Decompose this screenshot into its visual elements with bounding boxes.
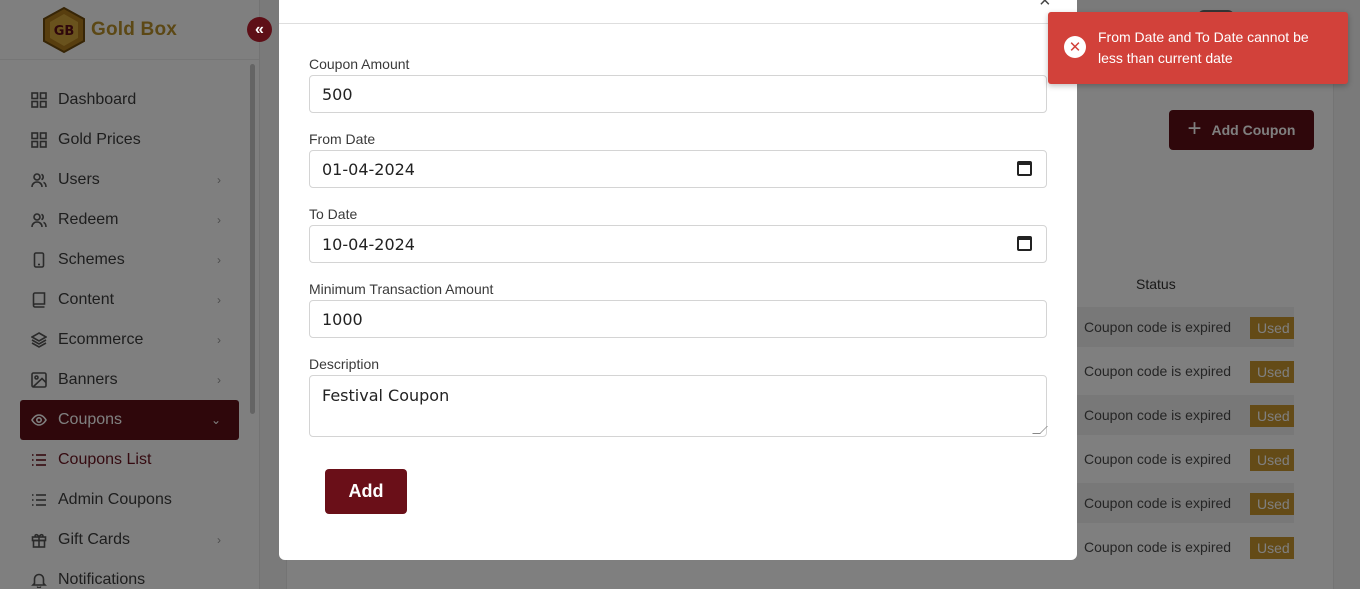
add-button[interactable]: Add — [325, 469, 407, 514]
coupon-amount-field[interactable]: 500 — [309, 75, 1047, 113]
description-field[interactable]: Festival Coupon — [309, 375, 1048, 437]
close-icon[interactable]: × — [1039, 0, 1051, 13]
toast-message: From Date and To Date cannot be less tha… — [1098, 29, 1309, 66]
error-circle-icon: ✕ — [1064, 36, 1086, 58]
description-value: Festival Coupon — [322, 386, 450, 405]
collapse-sidebar-button[interactable]: « — [247, 17, 272, 42]
calendar-icon[interactable] — [1017, 161, 1032, 176]
from-date-value: 01-04-2024 — [322, 159, 415, 179]
min-transaction-label: Minimum Transaction Amount — [309, 281, 494, 297]
to-date-label: To Date — [309, 206, 358, 222]
double-chevron-left-icon: « — [255, 20, 264, 38]
to-date-field[interactable]: 10-04-2024 — [309, 225, 1047, 263]
resize-handle-icon[interactable] — [1032, 426, 1048, 434]
modal-header-divider — [279, 23, 1077, 24]
coupon-amount-value: 500 — [322, 84, 353, 104]
to-date-value: 10-04-2024 — [322, 234, 415, 254]
description-label: Description — [309, 356, 380, 372]
min-transaction-value: 1000 — [322, 309, 363, 329]
from-date-field[interactable]: 01-04-2024 — [309, 150, 1047, 188]
error-toast[interactable]: ✕ From Date and To Date cannot be less t… — [1048, 12, 1348, 84]
from-date-label: From Date — [309, 131, 376, 147]
add-coupon-modal: × Coupon Amount 500 From Date 01-04-2024… — [279, 0, 1077, 560]
coupon-amount-label: Coupon Amount — [309, 56, 410, 72]
min-transaction-field[interactable]: 1000 — [309, 300, 1047, 338]
calendar-icon[interactable] — [1017, 236, 1032, 251]
